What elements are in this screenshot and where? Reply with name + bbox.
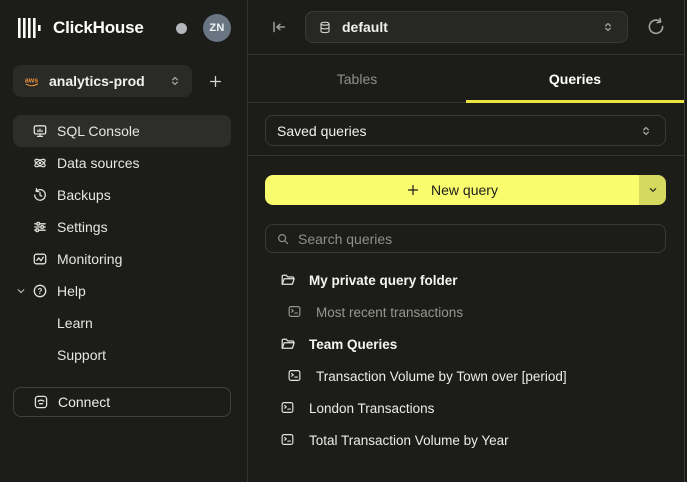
sidebar-item-sql-console[interactable]: SQL Console (13, 115, 231, 147)
terminal-icon (280, 432, 296, 448)
queries-panel: default Tables Queries (248, 0, 684, 482)
panel-topbar: default (248, 0, 684, 55)
data-sources-icon (32, 155, 48, 171)
query-tree: My private query folder Most recent tran… (265, 264, 666, 456)
sidebar-item-help[interactable]: ? Help (13, 275, 231, 307)
plus-icon (406, 183, 420, 197)
search-queries-input[interactable] (298, 231, 655, 247)
chevron-down-icon[interactable] (16, 286, 26, 296)
sidebar: ClickHouse ZN aws analytics-prod (0, 0, 248, 482)
chevron-down-icon (647, 184, 659, 196)
help-icon: ? (32, 283, 48, 299)
query-item[interactable]: Total Transaction Volume by Year (265, 424, 666, 456)
terminal-icon (287, 368, 303, 384)
query-area: New query (248, 156, 684, 456)
app-title: ClickHouse (53, 18, 144, 38)
database-icon (318, 20, 332, 35)
new-query-label: New query (431, 182, 498, 198)
new-query-button[interactable]: New query (265, 175, 639, 205)
sidebar-nav: SQL Console Data sources (13, 115, 231, 371)
connect-button-label: Connect (58, 394, 110, 410)
folder-open-icon (280, 272, 296, 288)
sidebar-item-settings[interactable]: Settings (13, 211, 231, 243)
sidebar-item-label: Monitoring (57, 251, 122, 267)
tab-queries[interactable]: Queries (466, 55, 684, 102)
saved-queries-section: Saved queries (248, 103, 684, 156)
tab-tables[interactable]: Tables (248, 55, 466, 102)
connect-button[interactable]: Connect (13, 387, 231, 417)
aws-icon: aws (23, 75, 41, 88)
sidebar-item-learn[interactable]: Learn (13, 307, 231, 339)
sidebar-item-support[interactable]: Support (13, 339, 231, 371)
saved-queries-value: Saved queries (277, 123, 367, 139)
panel-tabs: Tables Queries (248, 55, 684, 103)
service-selector[interactable]: aws analytics-prod (13, 65, 192, 97)
panel-right-edge (684, 0, 686, 482)
console-icon (32, 123, 48, 139)
sidebar-item-backups[interactable]: Backups (13, 179, 231, 211)
saved-queries-selector[interactable]: Saved queries (265, 115, 666, 146)
chevron-updown-icon (168, 74, 182, 88)
terminal-icon (287, 304, 303, 320)
database-selector-value: default (342, 19, 388, 35)
new-query-split-button: New query (265, 175, 666, 205)
monitoring-icon (32, 251, 48, 267)
plus-icon (208, 74, 223, 89)
svg-text:?: ? (38, 287, 43, 296)
svg-text:aws: aws (25, 77, 38, 84)
chevron-updown-icon (639, 124, 653, 138)
sidebar-item-label: Backups (57, 187, 111, 203)
new-query-dropdown-button[interactable] (639, 175, 666, 205)
query-folder[interactable]: Team Queries (265, 328, 666, 360)
collapse-panel-icon[interactable] (270, 18, 288, 36)
avatar[interactable]: ZN (203, 14, 231, 42)
search-box (265, 224, 666, 253)
clickhouse-logo-icon (17, 17, 44, 39)
sidebar-header: ClickHouse ZN (13, 12, 231, 44)
folder-open-icon (280, 336, 296, 352)
service-row: aws analytics-prod (13, 65, 231, 97)
status-dot (176, 23, 187, 34)
search-icon (276, 232, 290, 246)
sidebar-item-label: Data sources (57, 155, 139, 171)
sidebar-item-label: Help (57, 283, 86, 299)
query-item[interactable]: Most recent transactions (265, 296, 666, 328)
query-item[interactable]: Transaction Volume by Town over [period] (265, 360, 666, 392)
refresh-icon[interactable] (646, 17, 666, 37)
service-selector-value: analytics-prod (49, 73, 145, 89)
sidebar-item-monitoring[interactable]: Monitoring (13, 243, 231, 275)
settings-icon (32, 219, 48, 235)
sidebar-item-label: SQL Console (57, 123, 140, 139)
chevron-updown-icon (601, 20, 615, 34)
sidebar-item-label: Settings (57, 219, 108, 235)
terminal-icon (280, 400, 296, 416)
add-service-button[interactable] (200, 65, 231, 97)
database-selector[interactable]: default (305, 11, 628, 43)
sidebar-item-data-sources[interactable]: Data sources (13, 147, 231, 179)
backups-icon (32, 187, 48, 203)
connect-icon (33, 394, 49, 410)
query-folder[interactable]: My private query folder (265, 264, 666, 296)
active-tab-underline (466, 100, 684, 103)
clickhouse-app: ClickHouse ZN aws analytics-prod (0, 0, 687, 482)
query-item[interactable]: London Transactions (265, 392, 666, 424)
